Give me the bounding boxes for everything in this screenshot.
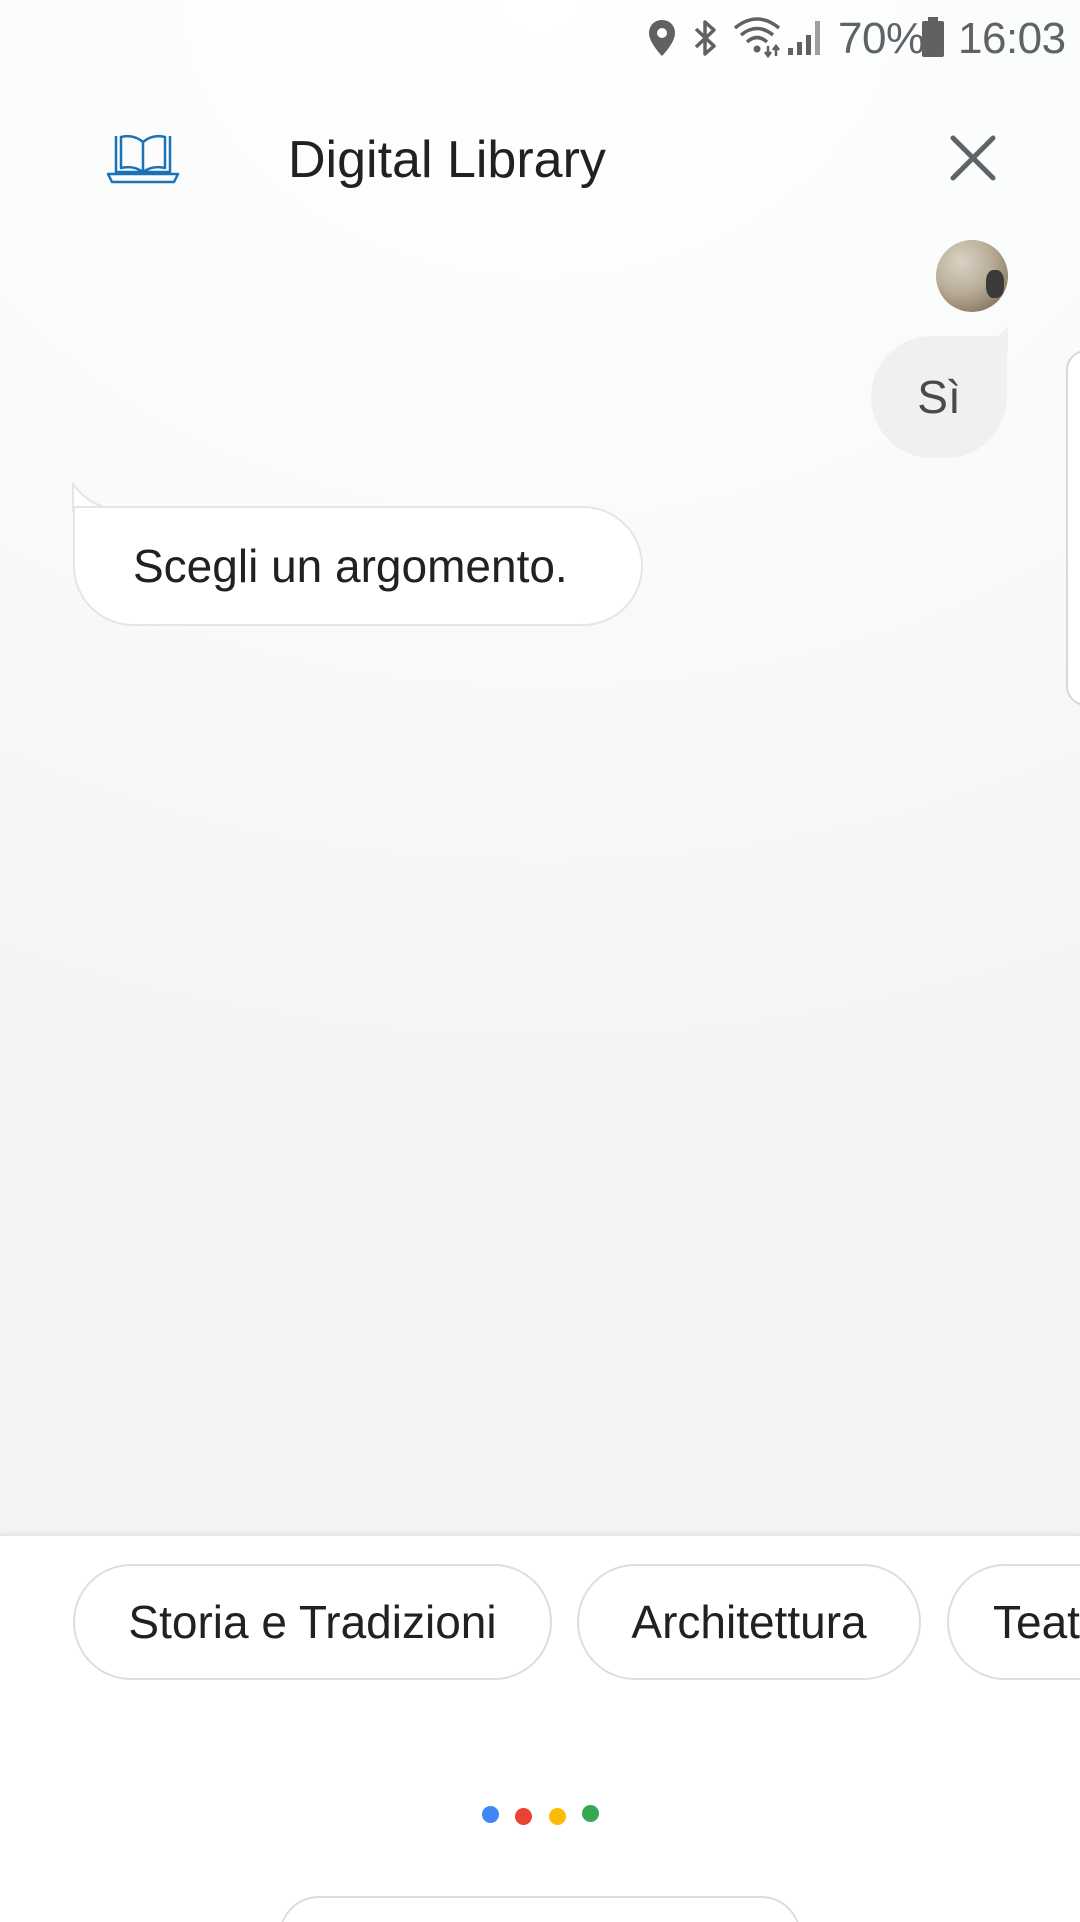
app-header: Digital Library — [0, 100, 1080, 220]
book-laptop-icon — [106, 134, 180, 184]
side-card-edge[interactable] — [1066, 350, 1080, 706]
conversation-area — [0, 0, 1080, 1534]
battery-percent: 70% — [838, 14, 925, 63]
assistant-message-text: Scegli un argomento. — [133, 540, 568, 592]
suggestion-chip-architettura[interactable]: Architettura — [577, 1564, 921, 1680]
suggestion-chip-label: Storia e Tradizioni — [128, 1596, 497, 1648]
assistant-dot-yellow — [549, 1808, 566, 1825]
assistant-dots-icon — [478, 1802, 604, 1826]
clock: 16:03 — [958, 14, 1066, 63]
assistant-message-bubble: Scegli un argomento. — [73, 506, 643, 626]
user-message-bubble: Sì — [871, 336, 1007, 458]
voice-input-button[interactable] — [279, 1896, 801, 1922]
location-icon — [649, 20, 675, 56]
suggestion-bar: Storia e Tradizioni Architettura Teatro — [0, 1534, 1080, 1922]
user-avatar — [936, 240, 1008, 312]
app-title: Digital Library — [288, 131, 606, 189]
signal-icon — [788, 21, 820, 55]
suggestion-chip-teatro[interactable]: Teatro — [947, 1564, 1080, 1680]
suggestion-chip-storia[interactable]: Storia e Tradizioni — [73, 1564, 552, 1680]
user-message-text: Sì — [917, 371, 961, 423]
bluetooth-icon — [694, 20, 716, 56]
wifi-icon — [733, 17, 781, 58]
battery-icon — [922, 17, 944, 57]
suggestion-chip-label: Teatro — [993, 1596, 1080, 1648]
suggestion-chip-label: Architettura — [631, 1596, 867, 1648]
assistant-dot-green — [582, 1805, 599, 1822]
status-bar: 70% 16:03 — [0, 0, 1080, 78]
assistant-dot-blue — [482, 1806, 499, 1823]
close-icon[interactable] — [945, 130, 1001, 186]
assistant-dot-red — [515, 1808, 532, 1825]
